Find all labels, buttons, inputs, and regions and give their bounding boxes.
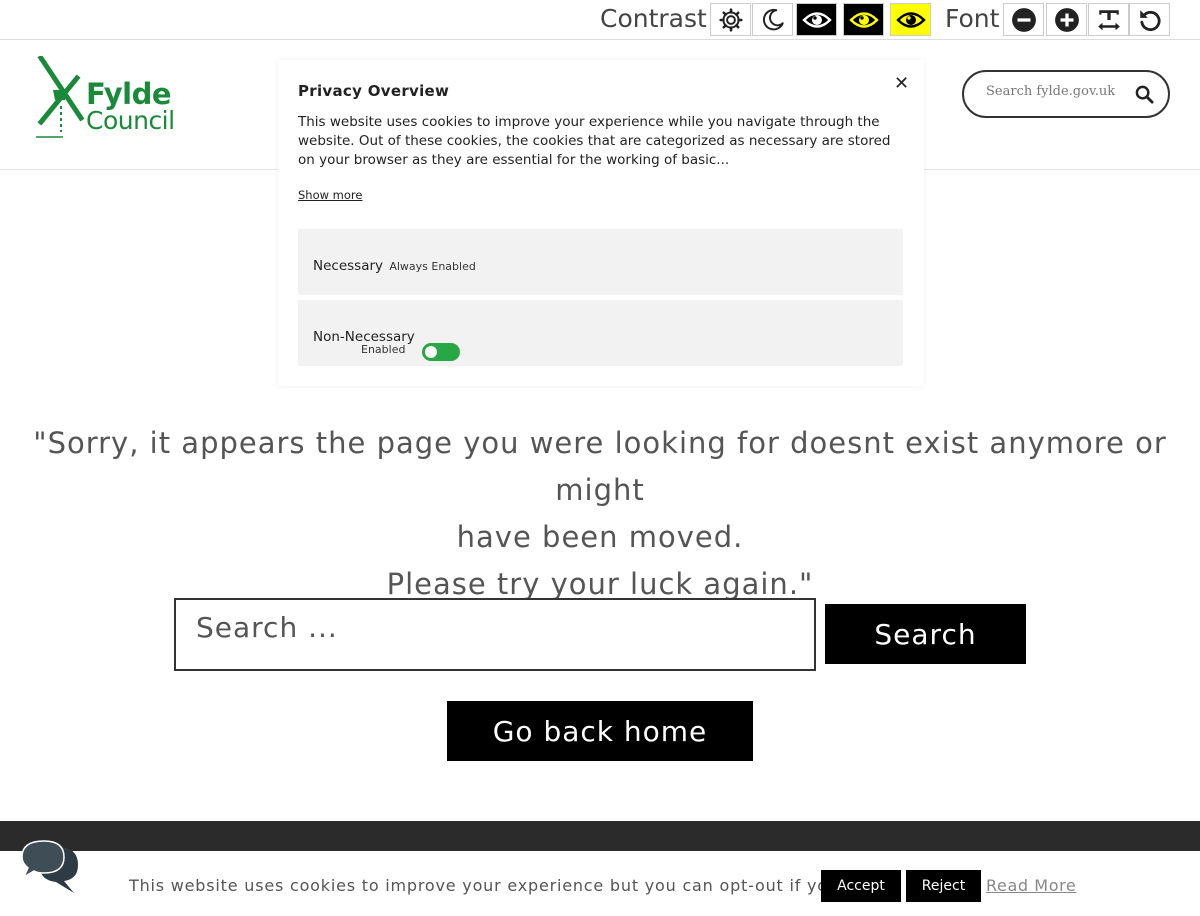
privacy-description: This website uses cookies to improve you… <box>298 114 891 168</box>
chat-button[interactable] <box>18 835 82 897</box>
chat-bubbles-icon <box>21 840 78 893</box>
necessary-label: Necessary <box>313 258 384 274</box>
not-found-line-2: have been moved. <box>456 520 744 554</box>
windmill-icon <box>36 56 85 138</box>
toggle-knob <box>425 346 437 358</box>
cookie-consent-text: This website uses cookies to improve you… <box>129 876 890 895</box>
non-necessary-cookies-category[interactable]: Non-Necessary Enabled <box>298 300 903 366</box>
accessibility-toolbar: Contrast Font <box>0 0 1200 40</box>
header-search-box <box>962 70 1170 118</box>
toggle-state-label: Enabled <box>361 343 406 356</box>
dark-mode-button[interactable] <box>752 3 793 36</box>
font-label: Font <box>945 4 1000 33</box>
black-on-yellow-button[interactable] <box>890 3 931 36</box>
minus-circle-icon <box>1011 7 1036 32</box>
logo-council-text: Council <box>86 106 175 135</box>
not-found-message: "Sorry, it appears the page you were loo… <box>0 420 1200 608</box>
necessary-category-title: Necessary Always Enabled <box>313 258 476 274</box>
logo-fylde-text: Fylde <box>86 77 172 111</box>
increase-font-button[interactable] <box>1046 3 1087 36</box>
moon-icon <box>762 8 784 30</box>
reject-cookies-button[interactable]: Reject <box>906 870 981 902</box>
non-necessary-toggle[interactable] <box>422 343 460 361</box>
privacy-overview-modal: Privacy Overview ✕ This website uses coo… <box>278 60 924 386</box>
header-search-input[interactable] <box>986 84 1126 99</box>
readable-font-button[interactable] <box>1088 3 1129 36</box>
fylde-council-logo[interactable]: Fylde Council <box>35 56 195 140</box>
eye-icon <box>801 11 832 28</box>
light-contrast-button[interactable] <box>710 3 751 36</box>
eye-icon <box>895 11 926 28</box>
cookie-consent-bar: This website uses cookies to improve you… <box>0 851 1200 916</box>
undo-icon <box>1139 9 1161 31</box>
close-icon[interactable]: ✕ <box>894 73 909 94</box>
privacy-title: Privacy Overview <box>298 82 450 100</box>
search-button[interactable]: Search <box>825 604 1026 664</box>
contrast-label: Contrast <box>600 4 707 33</box>
go-back-home-button[interactable]: Go back home <box>447 701 753 761</box>
show-more-link[interactable]: Show more <box>298 188 362 202</box>
accept-cookies-button[interactable]: Accept <box>821 870 901 902</box>
always-enabled-note: Always Enabled <box>389 260 476 273</box>
reset-button[interactable] <box>1129 3 1170 36</box>
plus-circle-icon <box>1054 7 1079 32</box>
page-search-input[interactable] <box>174 598 816 671</box>
not-found-line-1: "Sorry, it appears the page you were loo… <box>33 426 1167 507</box>
text-width-icon <box>1097 9 1120 30</box>
read-more-link[interactable]: Read More <box>986 876 1076 895</box>
search-icon[interactable] <box>1135 85 1154 104</box>
yellow-on-black-button[interactable] <box>843 3 884 36</box>
decrease-font-button[interactable] <box>1003 3 1044 36</box>
eye-icon <box>848 11 879 28</box>
high-contrast-button[interactable] <box>796 3 837 36</box>
necessary-cookies-category[interactable]: Necessary Always Enabled <box>298 229 903 295</box>
gear-icon <box>718 7 743 32</box>
